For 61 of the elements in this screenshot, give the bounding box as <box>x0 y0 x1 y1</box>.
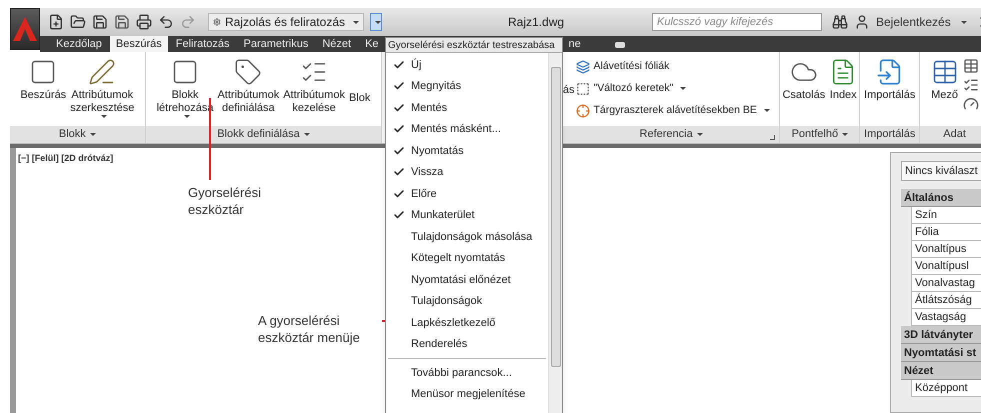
ribbon-button[interactable]: Attribútumok kezelése <box>283 58 345 115</box>
panel-title[interactable]: Blokk <box>10 126 145 143</box>
ribbon-tab[interactable]: Beszúrás <box>110 36 168 52</box>
ribbon-button[interactable]: Csatolás <box>782 58 826 102</box>
menu-item[interactable]: Új <box>386 54 548 76</box>
menu-item[interactable]: Kötegelt nyomtatás <box>386 248 548 269</box>
property-name: Vastagság <box>911 309 981 326</box>
menu-item[interactable]: Lapkészletkezelő <box>386 312 548 334</box>
section-header[interactable]: Nyomtatási st <box>901 344 981 362</box>
panel-title[interactable]: Pontfelhő <box>780 126 860 143</box>
selection-dropdown[interactable]: Nincs kiválaszt <box>901 161 981 181</box>
menu-item[interactable]: Mentés <box>386 97 548 118</box>
menu-item[interactable]: Munkaterület <box>386 204 548 226</box>
panel-title[interactable]: Adat <box>920 126 981 143</box>
callout-label: Gyorselérési eszköztár <box>188 184 262 218</box>
section-header[interactable]: Nézet <box>901 362 981 380</box>
ribbon-tab[interactable]: Nézet <box>316 36 358 52</box>
menu-item[interactable]: Mentés másként... <box>386 118 548 140</box>
sign-in-link[interactable]: Bejelentkezés <box>876 13 951 31</box>
ribbon-tab[interactable]: Parametrikus <box>238 36 314 52</box>
menu-item[interactable]: Nyomtatás <box>386 140 548 162</box>
panel-title[interactable]: Referencia <box>562 126 780 143</box>
section-header[interactable]: 3D látványter <box>901 326 981 344</box>
panel-title[interactable]: Blokk definiálása <box>146 126 382 143</box>
menu-item[interactable]: Menüsor megjelenítése <box>386 384 548 405</box>
ribbon-list-item[interactable]: "Változó keretek" <box>576 80 686 97</box>
menu-title: Gyorselérési eszköztár testreszabása <box>386 38 562 53</box>
ribbon-tab[interactable]: Feliratozás <box>170 36 236 52</box>
document-title: Rajz1.dwg <box>508 14 566 31</box>
menu-item[interactable]: Megnyitás <box>386 76 548 97</box>
ribbon-button[interactable]: Index <box>829 58 858 102</box>
menu-item[interactable]: Tulajdonságok <box>386 290 548 312</box>
button-label[interactable]: ás <box>562 82 574 119</box>
panel-title[interactable]: Importálás <box>860 126 920 143</box>
viewport-label[interactable]: [−] [Felül] [2D drótváz] <box>18 152 114 166</box>
ribbon-tab[interactable]: Ke <box>359 36 385 52</box>
ribbon-list-item[interactable]: Tárgyraszterek alávetítésekben BE <box>576 102 770 119</box>
ribbon-tab[interactable]: Kezdőlap <box>50 36 108 52</box>
menu-item[interactable]: Tulajdonságok másolása <box>386 226 548 248</box>
ribbon-button[interactable]: Attribútumok definiálása <box>217 58 280 115</box>
property-name: Vonaltípusl <box>911 258 981 275</box>
ribbon-button[interactable]: Beszúrás <box>20 58 66 102</box>
property-name: Vonaltípus <box>911 241 981 258</box>
callout-label: A gyorselérési eszköztár menüje <box>258 312 361 346</box>
ribbon-tab[interactable]: ne <box>562 36 587 52</box>
menu-item[interactable]: Vissza <box>386 162 548 183</box>
menu-item[interactable]: További parancsok... <box>386 362 548 384</box>
property-name: Vonalvastag <box>911 275 981 292</box>
menu-item[interactable]: Nyomtatási előnézet <box>386 269 548 290</box>
workspace-dropdown[interactable]: Rajzolás és feliratozás <box>208 13 364 31</box>
ribbon-button[interactable]: Attribútumok szerkesztése <box>70 58 134 118</box>
ribbon-list-item[interactable]: Alávetítési fóliák <box>576 58 670 75</box>
property-name: Szín <box>911 207 981 224</box>
menu-item[interactable]: Renderelés <box>386 334 548 355</box>
property-name: Középpont <box>911 380 981 397</box>
menu-item[interactable]: Előre <box>386 183 548 204</box>
property-name: Átlátszóság <box>911 292 981 309</box>
section-header[interactable]: Általános <box>901 189 981 207</box>
search-field[interactable]: Kulcsszó vagy kifejezés <box>652 13 822 31</box>
property-name: Fólia <box>911 224 981 241</box>
ribbon-button[interactable]: Blok <box>348 58 370 105</box>
